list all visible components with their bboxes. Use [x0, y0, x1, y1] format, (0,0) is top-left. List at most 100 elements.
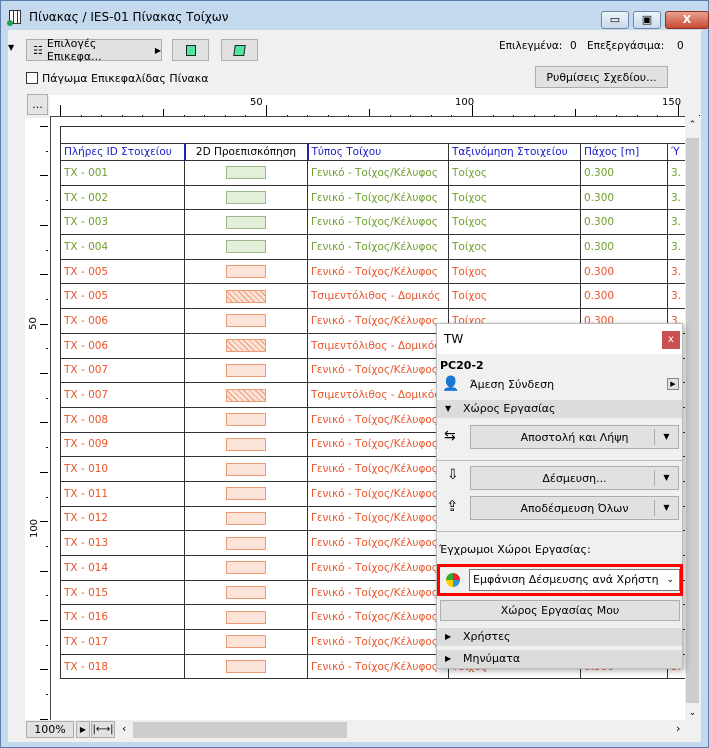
cell-thickness[interactable]: 0.300 — [580, 234, 668, 260]
cell-height[interactable]: 3. — [666, 160, 685, 186]
cell-classification[interactable]: Τοίχος — [448, 258, 581, 285]
horizontal-scroll-thumb[interactable] — [133, 722, 347, 738]
header-wall-type[interactable]: Τύπος Τοίχου — [306, 143, 449, 161]
table-row[interactable]: TX - 005 Τσιμεντόλιθος - Δομικός Τοίχος … — [60, 283, 685, 310]
cell-height[interactable]: 3. — [666, 283, 685, 310]
minimize-button[interactable]: ▭ — [601, 11, 629, 29]
fit-width-icon[interactable]: |⟷| — [91, 721, 115, 738]
cell-height[interactable]: 3. — [666, 234, 685, 260]
table-row[interactable]: TX - 005 Γενικό - Τοίχος/Κέλυφος Τοίχος … — [60, 258, 685, 285]
cell-thickness[interactable]: 0.300 — [580, 283, 668, 310]
reserve-dropdown-icon[interactable]: ▼ — [654, 470, 678, 486]
cell-wall-type[interactable]: Γενικό - Τοίχος/Κέλυφος — [307, 357, 449, 384]
cell-wall-type[interactable]: Γενικό - Τοίχος/Κέλυφος — [307, 555, 449, 581]
panel-close-button[interactable]: x — [662, 331, 680, 349]
cell-wall-type[interactable]: Γενικό - Τοίχος/Κέλυφος — [307, 480, 449, 507]
cell-classification[interactable]: Τοίχος — [448, 184, 581, 211]
cell-id[interactable]: TX - 016 — [60, 604, 185, 631]
cell-id[interactable]: TX - 003 — [60, 209, 185, 236]
cell-wall-type[interactable]: Γενικό - Τοίχος/Κέλυφος — [307, 160, 449, 186]
header-height[interactable]: Ύ — [666, 143, 685, 161]
cell-wall-type[interactable]: Γενικό - Τοίχος/Κέλυφος — [307, 530, 449, 556]
scroll-down-icon[interactable]: ⌄ — [685, 708, 700, 718]
freeze-header-checkbox[interactable] — [26, 72, 38, 84]
vertical-scroll-thumb[interactable] — [686, 138, 699, 703]
cell-classification[interactable]: Τοίχος — [448, 209, 581, 236]
cell-height[interactable]: 3. — [666, 209, 685, 236]
table-row[interactable]: TX - 002 Γενικό - Τοίχος/Κέλυφος Τοίχος … — [60, 184, 685, 211]
send-receive-dropdown-icon[interactable]: ▼ — [654, 429, 678, 445]
cell-wall-type[interactable]: Γενικό - Τοίχος/Κέλυφος — [307, 456, 449, 482]
cell-classification[interactable]: Τοίχος — [448, 283, 581, 310]
cell-wall-type[interactable]: Γενικό - Τοίχος/Κέλυφος — [307, 431, 449, 458]
release-all-dropdown-icon[interactable]: ▼ — [654, 500, 678, 516]
cell-wall-type[interactable]: Γενικό - Τοίχος/Κέλυφος — [307, 579, 449, 606]
cell-wall-type[interactable]: Γενικό - Τοίχος/Κέλυφος — [307, 234, 449, 260]
layout-settings-button[interactable]: Ρυθμίσεις Σχεδίου... — [535, 66, 668, 88]
cell-id[interactable]: TX - 007 — [60, 357, 185, 384]
cell-id[interactable]: TX - 009 — [60, 431, 185, 458]
cell-wall-type[interactable]: Γενικό - Τοίχος/Κέλυφος — [307, 406, 449, 433]
users-section[interactable]: ▶ Χρήστες — [437, 628, 682, 646]
cell-id[interactable]: TX - 006 — [60, 308, 185, 334]
cell-id[interactable]: TX - 015 — [60, 579, 185, 606]
close-button[interactable]: X — [665, 11, 709, 29]
cell-id[interactable]: TX - 005 — [60, 258, 185, 285]
zoom-menu-icon[interactable]: ▶ — [76, 721, 90, 738]
workspace-section[interactable]: ▼ Χώρος Εργασίας — [437, 400, 682, 418]
collapse-toolbar-icon[interactable]: ▼ — [8, 43, 14, 52]
scroll-up-icon[interactable]: ⌃ — [685, 120, 700, 130]
cell-wall-type[interactable]: Γενικό - Τοίχος/Κέλυφος — [307, 258, 449, 285]
cell-id[interactable]: TX - 007 — [60, 382, 185, 408]
cell-classification[interactable]: Τοίχος — [448, 234, 581, 260]
cell-wall-type[interactable]: Τσιμεντόλιθος - Δομικός — [307, 332, 449, 359]
cell-wall-type[interactable]: Γενικό - Τοίχος/Κέλυφος — [307, 209, 449, 236]
table-row[interactable]: TX - 004 Γενικό - Τοίχος/Κέλυφος Τοίχος … — [60, 234, 685, 260]
zoom-field[interactable]: 100% — [26, 721, 74, 738]
cell-thickness[interactable]: 0.300 — [580, 160, 668, 186]
cell-id[interactable]: TX - 017 — [60, 629, 185, 655]
cell-thickness[interactable]: 0.300 — [580, 209, 668, 236]
cell-wall-type[interactable]: Τσιμεντόλιθος - Δομικός — [307, 283, 449, 310]
select-element-button[interactable] — [172, 39, 209, 61]
scroll-right-icon[interactable]: › — [676, 722, 680, 735]
reserve-button[interactable]: Δέσμευση... ▼ — [470, 466, 679, 490]
vertical-scrollbar[interactable]: ⌃ ⌄ — [685, 116, 700, 720]
cell-id[interactable]: TX - 004 — [60, 234, 185, 260]
cell-thickness[interactable]: 0.300 — [580, 258, 668, 285]
cell-id[interactable]: TX - 010 — [60, 456, 185, 482]
cell-wall-type[interactable]: Γενικό - Τοίχος/Κέλυφος — [307, 184, 449, 211]
cell-wall-type[interactable]: Γενικό - Τοίχος/Κέλυφος — [307, 653, 449, 680]
messages-section[interactable]: ▶ Μηνύματα — [437, 650, 682, 668]
cell-id[interactable]: TX - 002 — [60, 184, 185, 211]
scroll-left-icon[interactable]: ‹ — [122, 722, 126, 735]
my-workspace-button[interactable]: Χώρος Εργασίας Μου — [440, 600, 680, 621]
cell-id[interactable]: TX - 008 — [60, 406, 185, 433]
header-classification[interactable]: Ταξινόμηση Στοιχείου — [448, 143, 581, 161]
table-row[interactable]: TX - 003 Γενικό - Τοίχος/Κέλυφος Τοίχος … — [60, 209, 685, 236]
cell-id[interactable]: TX - 012 — [60, 505, 185, 532]
table-row[interactable]: TX - 001 Γενικό - Τοίχος/Κέλυφος Τοίχος … — [60, 160, 685, 186]
header-thickness[interactable]: Πάχος [m] — [580, 143, 668, 161]
cell-id[interactable]: TX - 013 — [60, 530, 185, 556]
cell-height[interactable]: 3. — [666, 258, 685, 285]
cell-wall-type[interactable]: Γενικό - Τοίχος/Κέλυφος — [307, 308, 449, 334]
release-all-button[interactable]: Αποδέσμευση Όλων ▼ — [470, 496, 679, 520]
cell-id[interactable]: TX - 018 — [60, 653, 185, 680]
cell-height[interactable]: 3. — [666, 184, 685, 211]
ruler-menu-button[interactable]: ... — [27, 94, 48, 115]
cell-wall-type[interactable]: Τσιμεντόλιθος - Δομικός — [307, 382, 449, 408]
cell-id[interactable]: TX - 006 — [60, 332, 185, 359]
select-3d-button[interactable] — [221, 39, 258, 61]
send-receive-button[interactable]: Αποστολή και Λήψη ▼ — [470, 425, 679, 449]
header-id[interactable]: Πλήρες ID Στοιχείου — [60, 143, 185, 161]
restore-button[interactable]: ▣ — [633, 11, 661, 29]
cell-id[interactable]: TX - 011 — [60, 480, 185, 507]
colored-workspaces-select[interactable]: Εμφάνιση Δέσμευσης ανά Χρήστη ⌄ — [469, 569, 680, 591]
cell-id[interactable]: TX - 014 — [60, 555, 185, 581]
header-preview[interactable]: 2D Προεπισκόπηση — [183, 143, 308, 161]
cell-id[interactable]: TX - 005 — [60, 283, 185, 310]
cell-thickness[interactable]: 0.300 — [580, 184, 668, 211]
cell-wall-type[interactable]: Γενικό - Τοίχος/Κέλυφος — [307, 604, 449, 631]
header-options-button[interactable]: ☷ Επιλογές Επικεφα... ▶ — [26, 37, 162, 63]
